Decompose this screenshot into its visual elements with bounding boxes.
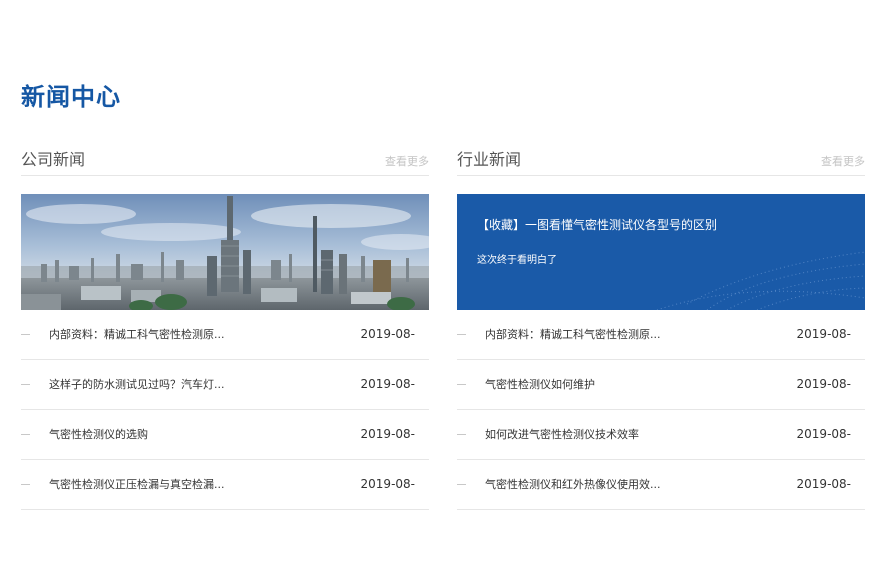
factory-photo [21, 194, 429, 310]
industry-news-item[interactable]: 气密性检测仪和红外热像仪使用效... 2019-08- [457, 460, 865, 510]
page-title: 新闻中心 [21, 83, 121, 111]
industry-news-item[interactable]: 如何改进气密性检测仪技术效率 2019-08- [457, 410, 865, 460]
industry-news-header: 行业新闻 查看更多 [457, 147, 865, 176]
company-news-more-link[interactable]: 查看更多 [385, 155, 429, 169]
company-news-item[interactable]: 气密性检测仪正压检漏与真空检漏... 2019-08- [21, 460, 429, 510]
industry-news-title: 行业新闻 [457, 150, 522, 169]
factory-photo-banner[interactable] [21, 194, 429, 310]
news-title: 如何改进气密性检测仪技术效率 [485, 428, 639, 441]
company-news-item[interactable]: 气密性检测仪的选购 2019-08- [21, 410, 429, 460]
news-date: 2019-08- [360, 327, 415, 341]
news-date: 2019-08- [360, 477, 415, 491]
company-news-item[interactable]: 内部资料：精诚工科气密性检测原... 2019-08- [21, 310, 429, 360]
bullet-dash [457, 384, 466, 385]
news-title: 气密性检测仪的选购 [49, 428, 148, 441]
news-title: 内部资料：精诚工科气密性检测原... [49, 328, 225, 341]
bullet-dash [21, 434, 30, 435]
news-date: 2019-08- [360, 427, 415, 441]
news-title: 内部资料：精诚工科气密性检测原... [485, 328, 661, 341]
industry-news-item[interactable]: 气密性检测仪如何维护 2019-08- [457, 360, 865, 410]
news-date: 2019-08- [796, 427, 851, 441]
news-center-page: 新闻中心 公司新闻 查看更多 内部资料：精诚工科气密性检测原... 2019-0… [0, 0, 880, 585]
featured-news-subtitle: 这次终于看明白了 [477, 255, 557, 266]
bullet-dash [21, 334, 30, 335]
news-date: 2019-08- [360, 377, 415, 391]
company-news-item[interactable]: 这样子的防水测试见过吗？汽车灯... 2019-08- [21, 360, 429, 410]
company-news-section: 公司新闻 查看更多 内部资料：精诚工科气密性检测原... 2019-08- 这样… [21, 147, 429, 510]
industry-news-item[interactable]: 内部资料：精诚工科气密性检测原... 2019-08- [457, 310, 865, 360]
bullet-dash [21, 484, 30, 485]
dotted-wave-decoration [656, 251, 865, 310]
news-date: 2019-08- [796, 377, 851, 391]
company-news-list: 内部资料：精诚工科气密性检测原... 2019-08- 这样子的防水测试见过吗？… [21, 310, 429, 510]
featured-news-banner[interactable]: 【收藏】一图看懂气密性测试仪各型号的区别 这次终于看明白了 [457, 194, 865, 310]
industry-news-section: 行业新闻 查看更多 【收藏】一图看懂气密性测试仪各型号的区别 这次终于看明白了 … [457, 147, 865, 510]
bullet-dash [21, 384, 30, 385]
company-news-header: 公司新闻 查看更多 [21, 147, 429, 176]
news-date: 2019-08- [796, 327, 851, 341]
bullet-dash [457, 484, 466, 485]
news-title: 气密性检测仪正压检漏与真空检漏... [49, 478, 225, 491]
news-date: 2019-08- [796, 477, 851, 491]
news-title: 气密性检测仪和红外热像仪使用效... [485, 478, 661, 491]
bullet-dash [457, 434, 466, 435]
industry-news-list: 内部资料：精诚工科气密性检测原... 2019-08- 气密性检测仪如何维护 2… [457, 310, 865, 510]
industry-news-more-link[interactable]: 查看更多 [821, 155, 865, 169]
company-news-title: 公司新闻 [21, 150, 86, 169]
bullet-dash [457, 334, 466, 335]
news-title: 气密性检测仪如何维护 [485, 378, 595, 391]
featured-news-title: 【收藏】一图看懂气密性测试仪各型号的区别 [477, 218, 718, 232]
news-title: 这样子的防水测试见过吗？汽车灯... [49, 378, 225, 391]
